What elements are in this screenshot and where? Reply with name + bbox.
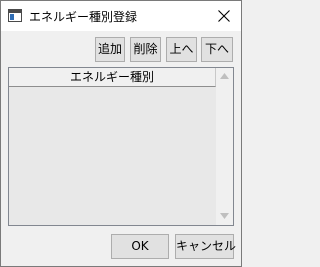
ok-button[interactable]: OK — [111, 234, 169, 259]
close-icon — [218, 10, 230, 22]
app-icon — [8, 9, 22, 22]
add-button[interactable]: 追加 — [95, 37, 125, 62]
scroll-down-button[interactable] — [216, 208, 233, 225]
energy-type-list[interactable]: エネルギー種別 — [8, 67, 234, 226]
dialog-window: エネルギー種別登録 追加 削除 上へ 下へ エネルギー種別 OK キャンセル — [0, 0, 242, 267]
scroll-up-button[interactable] — [216, 68, 233, 85]
move-up-button[interactable]: 上へ — [166, 37, 197, 62]
delete-button[interactable]: 削除 — [130, 37, 161, 62]
move-down-button[interactable]: 下へ — [201, 37, 233, 62]
close-button[interactable] — [207, 1, 241, 31]
vertical-scrollbar[interactable] — [216, 68, 233, 225]
column-header-energy-type[interactable]: エネルギー種別 — [9, 68, 216, 87]
window-title: エネルギー種別登録 — [29, 10, 138, 24]
cancel-button[interactable]: キャンセル — [175, 234, 236, 259]
title-bar: エネルギー種別登録 — [1, 1, 241, 31]
scroll-down-arrow-icon — [220, 213, 229, 219]
scroll-up-arrow-icon — [220, 73, 229, 79]
list-body[interactable] — [9, 87, 216, 225]
